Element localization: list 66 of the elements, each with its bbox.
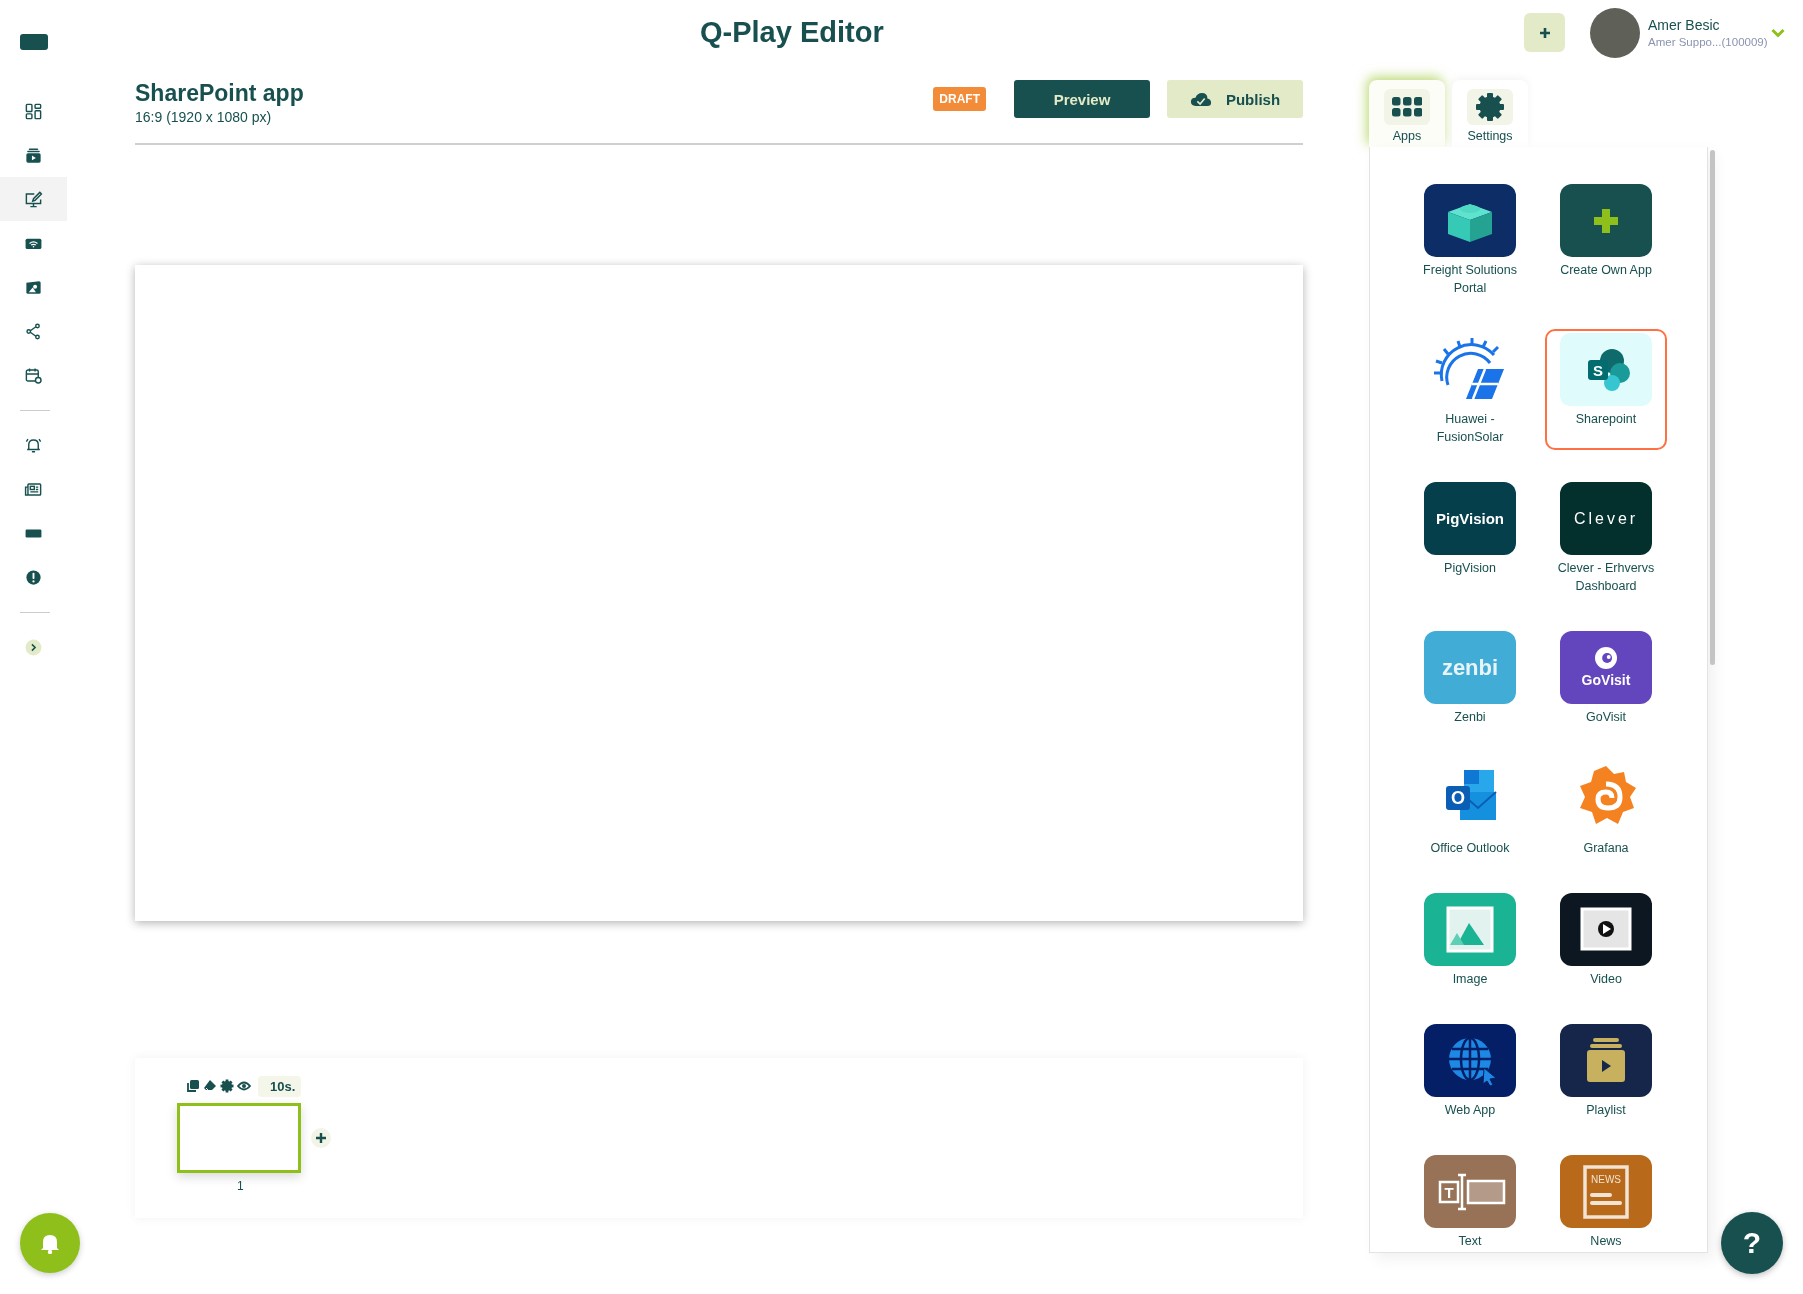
slide-number: 1 [237, 1179, 244, 1193]
plus-icon [1560, 184, 1652, 257]
add-button[interactable] [1524, 13, 1565, 52]
grid-icon [1392, 96, 1422, 117]
rectangle-icon [20, 34, 48, 50]
app-tile[interactable]: GoVisit GoVisit [1545, 627, 1667, 730]
app-tile[interactable]: Freight Solutions Portal [1409, 180, 1531, 301]
avatar[interactable] [1590, 7, 1640, 58]
publish-button[interactable]: Publish [1167, 80, 1303, 118]
document-title: SharePoint app [135, 80, 304, 107]
account-name: Amer Suppo...(100009) [1648, 36, 1768, 48]
playlist-icon [1560, 1024, 1652, 1097]
app-tile[interactable]: Web App [1409, 1020, 1531, 1123]
slide-duration[interactable]: 10s. [258, 1075, 302, 1097]
app-tile[interactable]: Video [1545, 889, 1667, 992]
sharepoint-logo-icon: S [1560, 333, 1652, 406]
scrollbar[interactable] [1710, 150, 1715, 665]
app-logo: PigVision [1424, 482, 1516, 555]
image-icon [1424, 893, 1516, 966]
panel-tab[interactable]: Apps [1369, 80, 1445, 147]
share-icon [24, 321, 43, 341]
sidebar-item[interactable] [0, 177, 67, 221]
app-tile[interactable]: Image [1409, 889, 1531, 992]
app-tile[interactable]: S Sharepoint [1545, 329, 1667, 450]
document-format: 16:9 (1920 x 1080 px) [135, 109, 273, 125]
chevron-right-icon [24, 637, 43, 657]
app-tile[interactable]: Clever Clever - Erhvervs Dashboard [1545, 478, 1667, 599]
status-label: DRAFT [933, 87, 986, 111]
help-button[interactable]: ? [1721, 1212, 1783, 1274]
newspaper-icon: NEWS [1560, 1155, 1652, 1228]
calendar-clock-icon [24, 365, 43, 385]
app-tile[interactable]: Create Own App [1545, 180, 1667, 301]
user-name: Amer Besic [1648, 17, 1721, 33]
cube-icon [1424, 184, 1516, 257]
app-tile[interactable]: Playlist [1545, 1020, 1667, 1123]
preview-button[interactable]: Preview [1014, 80, 1150, 118]
dashboard-icon [24, 101, 43, 121]
video-icon [1560, 893, 1652, 966]
app-tile[interactable]: T Text [1409, 1151, 1531, 1252]
bell-icon [40, 1232, 60, 1254]
app-tile[interactable]: O Office Outlook [1409, 758, 1531, 861]
add-slide-button[interactable] [311, 1128, 331, 1148]
app-tile[interactable]: NEWS News [1545, 1151, 1667, 1252]
copy-icon[interactable] [186, 1079, 200, 1093]
app-tile[interactable]: Huawei - FusionSolar [1409, 329, 1531, 450]
settings-icon [1475, 91, 1505, 122]
globe-cursor-icon [1424, 1024, 1516, 1097]
app-tile[interactable]: PigVision PigVision [1409, 478, 1531, 599]
gear-icon[interactable] [220, 1079, 234, 1093]
playlist-icon [24, 145, 43, 165]
plus-icon [1538, 26, 1551, 39]
panel-tab[interactable]: Settings [1452, 80, 1528, 147]
eraser-icon[interactable] [203, 1079, 217, 1093]
app-title: Q-Play Editor [700, 16, 884, 49]
app-tile[interactable]: Grafana [1545, 758, 1667, 861]
plus-icon [316, 1133, 326, 1143]
slide-thumbnail[interactable] [177, 1103, 301, 1173]
alert-icon [24, 567, 43, 587]
text-box-icon: T [1424, 1155, 1516, 1228]
eye-icon[interactable] [237, 1079, 251, 1093]
app-logo: Clever [1560, 482, 1652, 555]
cloud-upload-icon [1189, 91, 1212, 107]
monitor-pencil-icon [24, 189, 43, 209]
app-tile[interactable]: zenbi Zenbi [1409, 627, 1531, 730]
app-logo: GoVisit [1560, 631, 1652, 704]
app-logo: zenbi [1424, 631, 1516, 704]
